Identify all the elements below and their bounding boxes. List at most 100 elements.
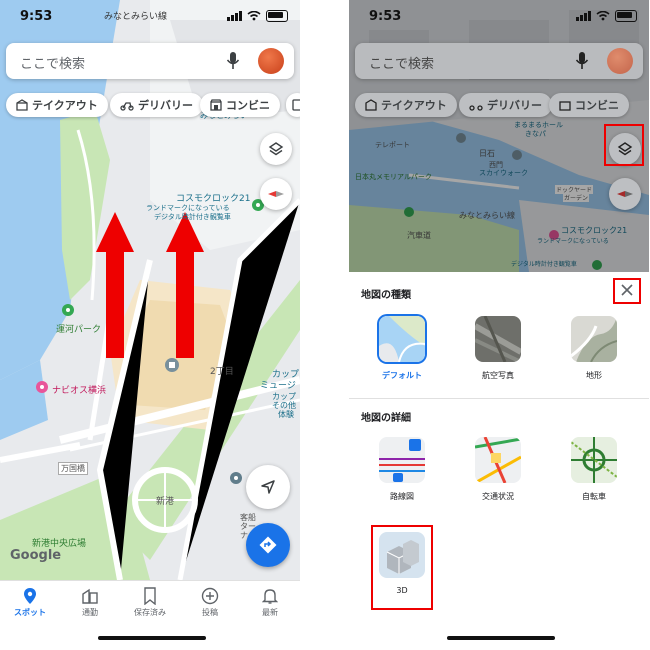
navigation-arrow-icon <box>261 480 275 494</box>
delivery-icon <box>469 105 483 111</box>
account-avatar <box>607 48 633 74</box>
takeout-icon <box>365 99 377 111</box>
status-icons <box>227 10 288 22</box>
chip-label: デリバリー <box>138 99 193 112</box>
directions-button[interactable] <box>246 523 290 567</box>
map-detail-traffic[interactable]: 交通状況 <box>458 437 538 502</box>
chip-label: コンビニ <box>226 99 270 112</box>
home-indicator <box>447 636 555 640</box>
status-bar: 9:53 <box>349 0 649 34</box>
layers-button-highlight <box>604 124 644 166</box>
delivery-icon <box>120 102 134 111</box>
bicycling-thumbnail <box>571 437 617 483</box>
map-type-terrain[interactable]: 地形 <box>554 316 634 381</box>
chip-label: コンビニ <box>575 99 619 112</box>
map-type-default[interactable]: デフォルト <box>362 316 442 381</box>
map-type-heading: 地図の種類 <box>361 290 411 301</box>
layers-bottom-sheet: 地図の種類 デフォルト 航空写真 地形 地図の詳細 路線図 交通状況 自転車 3… <box>349 272 649 650</box>
map-type-label: デフォルト <box>382 371 422 380</box>
status-time: 9:53 <box>369 9 402 24</box>
wifi-icon <box>247 11 261 21</box>
microphone-icon <box>575 52 589 69</box>
category-chips-dimmed: テイクアウト デリバリー コンビニ <box>355 93 649 119</box>
battery-icon <box>266 10 288 22</box>
map-label: 万国橋 <box>58 462 88 475</box>
hotel-pin-icon <box>36 381 48 393</box>
nav-label: 保存済み <box>134 608 166 617</box>
nav-updates[interactable]: 最新 <box>240 585 300 618</box>
cellular-signal-icon <box>227 11 242 21</box>
map-label[interactable]: 運河パーク <box>56 322 101 335</box>
chip-label: デリバリー <box>487 99 542 112</box>
nav-label: 通勤 <box>82 608 98 617</box>
phone-screen-map: みなとみらい コスモクロック21 ランドマークになっている デジタル時計付き観覧… <box>0 0 300 650</box>
map-detail-label: 路線図 <box>390 492 414 501</box>
map-label: 2丁目 <box>210 367 234 377</box>
search-input[interactable]: ここで検索 <box>20 53 85 72</box>
status-time: 9:53 <box>20 9 53 24</box>
chip-delivery[interactable]: デリバリー <box>110 93 203 117</box>
chip-takeout[interactable]: テイクアウト <box>6 93 108 117</box>
chip-label: テイクアウト <box>381 99 447 112</box>
map-label: 体験 <box>278 410 294 419</box>
chip-more[interactable] <box>286 93 300 117</box>
compass-button[interactable] <box>260 178 292 210</box>
chip-takeout: テイクアウト <box>355 93 457 117</box>
directions-icon <box>259 536 277 554</box>
3d-option-highlight <box>371 525 433 610</box>
account-avatar[interactable] <box>258 48 284 74</box>
map-detail-label: 交通状況 <box>482 492 514 501</box>
map-detail-label: 自転車 <box>582 492 606 501</box>
phone-screen-layers: まるまるホール きなパ 日石 テレポート 西門 ドックヤード ガーデン 日本丸メ… <box>349 0 649 650</box>
traffic-thumbnail <box>475 437 521 483</box>
map-label[interactable]: ナビオス横浜 <box>52 383 106 396</box>
nav-commute[interactable]: 通勤 <box>60 585 120 618</box>
map-details-heading: 地図の詳細 <box>361 413 411 424</box>
home-indicator <box>98 636 206 640</box>
store-icon <box>559 101 571 111</box>
shop-pin-icon <box>165 358 179 372</box>
google-logo: Google <box>10 548 62 563</box>
compass-icon <box>617 191 633 197</box>
map-detail-transit[interactable]: 路線図 <box>362 437 442 502</box>
status-location: みなとみらい線 <box>104 12 168 22</box>
map-label: デジタル時計付き観覧車 <box>154 213 231 221</box>
microphone-icon[interactable] <box>226 51 240 71</box>
chip-label: テイクアウト <box>32 99 98 112</box>
chip-convenience-store: コンビニ <box>549 93 629 117</box>
more-chip-icon <box>292 99 300 111</box>
layers-icon <box>268 142 284 156</box>
satellite-map-thumbnail <box>475 316 521 362</box>
close-button-highlight <box>613 278 641 304</box>
battery-icon <box>615 10 637 22</box>
bell-icon <box>262 589 278 604</box>
location-pin-icon <box>24 588 36 604</box>
compass-button <box>609 178 641 210</box>
search-bar[interactable]: ここで検索 <box>6 43 294 79</box>
nav-label: スポット <box>14 608 46 617</box>
chip-delivery: デリバリー <box>459 93 552 117</box>
cellular-signal-icon <box>576 11 591 21</box>
layers-button[interactable] <box>260 133 292 165</box>
nav-label: 投稿 <box>202 608 218 617</box>
nav-saved[interactable]: 保存済み <box>120 585 180 618</box>
nav-label: 最新 <box>262 608 278 617</box>
my-location-button[interactable] <box>246 465 290 509</box>
wifi-icon <box>596 11 610 21</box>
map-detail-bicycling[interactable]: 自転車 <box>554 437 634 502</box>
commute-building-icon <box>82 588 98 604</box>
status-bar: 9:53 みなとみらい線 <box>0 0 300 34</box>
nav-contribute[interactable]: 投稿 <box>180 585 240 618</box>
map-label: 新港 <box>156 497 175 507</box>
map-type-satellite[interactable]: 航空写真 <box>458 316 538 381</box>
default-map-thumbnail <box>379 316 425 362</box>
status-icons <box>576 10 637 22</box>
map-label: ミュージ <box>260 381 296 391</box>
transit-thumbnail <box>379 437 425 483</box>
nav-explore[interactable]: スポット <box>0 585 60 618</box>
park-pin-icon <box>62 304 74 316</box>
section-divider <box>349 398 649 399</box>
chip-convenience-store[interactable]: コンビニ <box>200 93 280 117</box>
place-pin-icon <box>230 472 242 484</box>
category-chips: テイクアウト デリバリー コンビニ <box>6 93 300 119</box>
